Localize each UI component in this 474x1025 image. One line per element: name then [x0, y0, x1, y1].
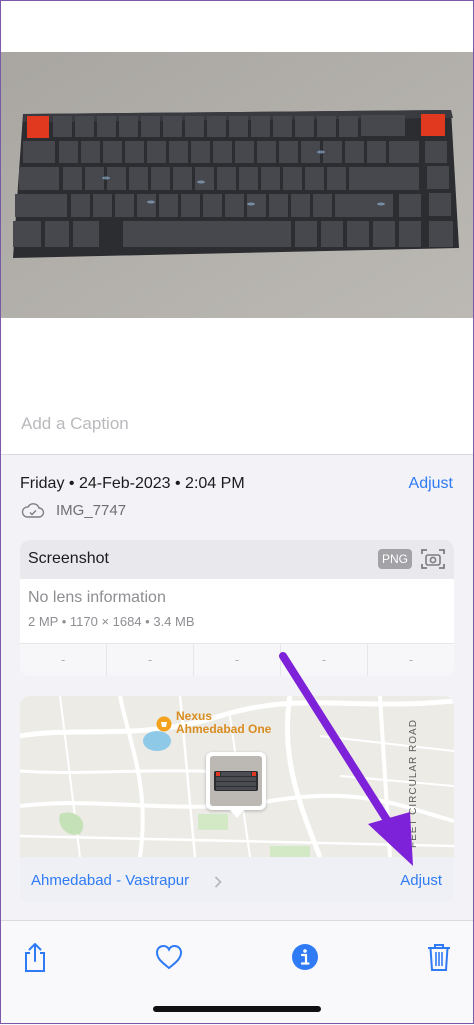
keyboard-photo [1, 52, 473, 318]
photo-keyboard[interactable] [1, 52, 473, 318]
location-name-link[interactable]: Ahmedabad - Vastrapur [31, 872, 189, 889]
photo-location-pin[interactable] [206, 752, 266, 818]
heart-icon [155, 944, 183, 970]
screenshot-icon [421, 549, 445, 569]
poi-label-line2: Ahmedabad One [176, 722, 272, 736]
favorite-button[interactable] [151, 939, 187, 975]
thumbnail-image [210, 756, 262, 806]
exif-iso: - [20, 644, 107, 676]
exif-aperture: - [281, 644, 368, 676]
icloud-check-icon [21, 503, 45, 518]
chevron-right-icon [214, 876, 222, 888]
home-indicator [153, 1006, 321, 1012]
filename-label: IMG_7747 [56, 502, 127, 519]
trash-icon [428, 944, 450, 971]
card-header: Screenshot PNG [20, 540, 454, 579]
photo-thumbnail [210, 756, 262, 806]
date-time-label: Friday • 24-Feb-2023 • 2:04 PM [20, 475, 245, 492]
image-specs: 2 MP • 1170 × 1684 • 3.4 MB [28, 614, 195, 629]
exif-shutter: - [408, 652, 414, 667]
adjust-date-button[interactable]: Adjust [409, 475, 453, 493]
delete-button[interactable] [421, 939, 457, 975]
share-icon [25, 943, 45, 972]
exif-ev: - [194, 644, 281, 676]
capture-source-title: Screenshot [28, 550, 109, 567]
capture-info-card: Screenshot PNG - - - - - [20, 540, 454, 676]
format-badge: PNG [378, 549, 412, 569]
exif-focal: - [107, 644, 194, 676]
caption-field[interactable]: Add a Caption [21, 414, 129, 434]
adjust-location-button[interactable]: Adjust [400, 872, 442, 889]
lens-info: No lens information [28, 589, 166, 606]
panel-divider [1, 454, 473, 455]
exif-row: - - - - - [20, 644, 454, 676]
info-icon [292, 944, 318, 970]
share-button[interactable] [17, 939, 53, 975]
poi-label: Nexus Ahmedabad One [176, 710, 271, 736]
poi-marker-icon [156, 716, 172, 732]
road-label: FEET CIRCULAR ROAD [408, 719, 419, 848]
info-button[interactable] [287, 939, 323, 975]
